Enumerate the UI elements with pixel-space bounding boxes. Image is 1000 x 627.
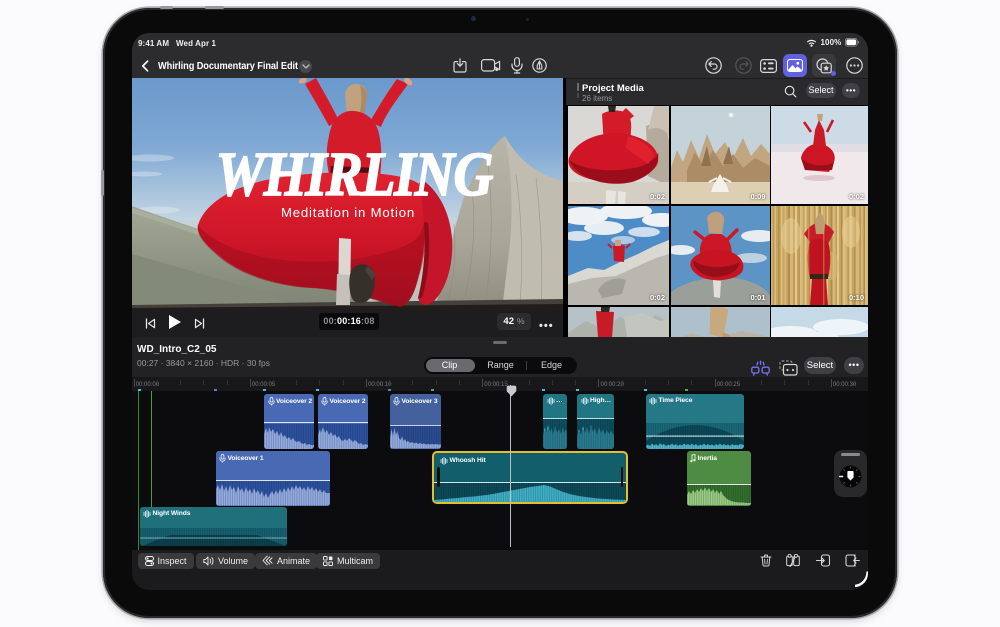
svg-text:WHIRLING: WHIRLING <box>216 139 493 209</box>
svg-text:Meditation in Motion: Meditation in Motion <box>281 205 415 220</box>
